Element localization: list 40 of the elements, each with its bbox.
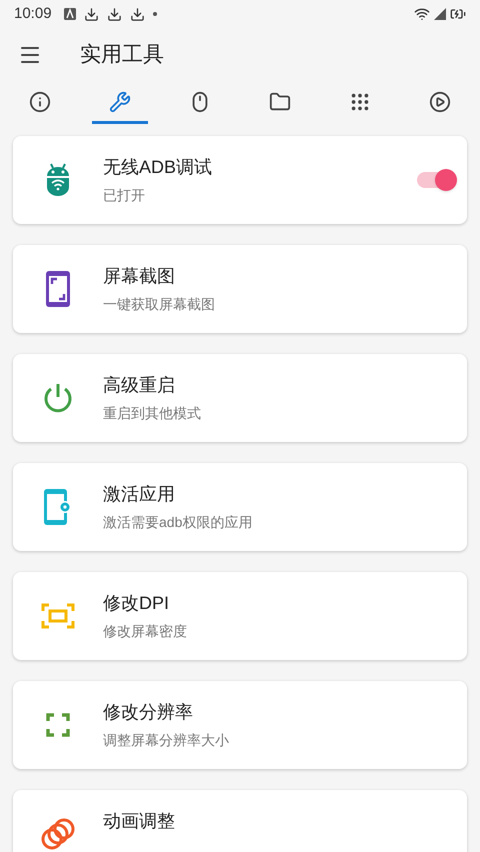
rings-icon: [41, 817, 75, 851]
tool-subtitle: 激活需要adb权限的应用: [103, 513, 252, 531]
notification-icon: [64, 8, 76, 20]
tool-title: 修改DPI: [103, 592, 170, 614]
tool-subtitle: 已打开: [103, 186, 146, 204]
tool-title: 屏幕截图: [103, 265, 176, 287]
tool-title: 激活应用: [103, 483, 176, 505]
power-icon: [42, 382, 74, 414]
dot-icon: [152, 12, 157, 16]
tool-card[interactable]: 修改DPI 修改屏幕密度: [13, 572, 467, 660]
tool-subtitle: 调整屏幕分辨率大小: [103, 731, 229, 749]
tool-subtitle: 重启到其他模式: [103, 404, 201, 422]
tool-card[interactable]: 激活应用 激活需要adb权限的应用: [13, 463, 467, 551]
tool-title: 动画调整: [103, 810, 175, 832]
tool-title: 高级重启: [103, 374, 176, 396]
tool-card[interactable]: 修改分辨率 调整屏幕分辨率大小: [13, 681, 467, 769]
status-time: 10:09: [14, 4, 52, 24]
phone-screenshot-icon: [46, 271, 70, 307]
download-icon: [130, 6, 145, 22]
wifi-icon: [414, 6, 430, 22]
folder-icon: [269, 90, 291, 112]
toolbar-title: 实用工具: [80, 42, 164, 68]
android-wifi-icon: [44, 162, 72, 198]
tool-card[interactable]: 高级重启 重启到其他模式: [13, 354, 467, 442]
info-icon: [29, 90, 51, 112]
download-icon: [106, 6, 122, 22]
tool-card[interactable]: 屏幕截图 一键获取屏幕截图: [13, 245, 467, 333]
fullscreen-icon: [46, 713, 70, 737]
tool-subtitle: 修改屏幕密度: [103, 622, 187, 640]
wrench-icon: [109, 90, 131, 112]
tool-card[interactable]: 动画调整: [13, 790, 467, 852]
tool-subtitle: 一键获取屏幕截图: [103, 295, 215, 313]
screen-frame-icon: [41, 603, 75, 629]
download-icon: [84, 6, 99, 22]
signal-icon: [434, 8, 446, 20]
tool-card[interactable]: 无线ADB调试 已打开: [13, 136, 467, 224]
tool-title: 无线ADB调试: [103, 156, 212, 178]
phone-gear-icon: [44, 489, 72, 525]
play-icon: [429, 90, 451, 112]
tool-title: 修改分辨率: [103, 701, 194, 723]
